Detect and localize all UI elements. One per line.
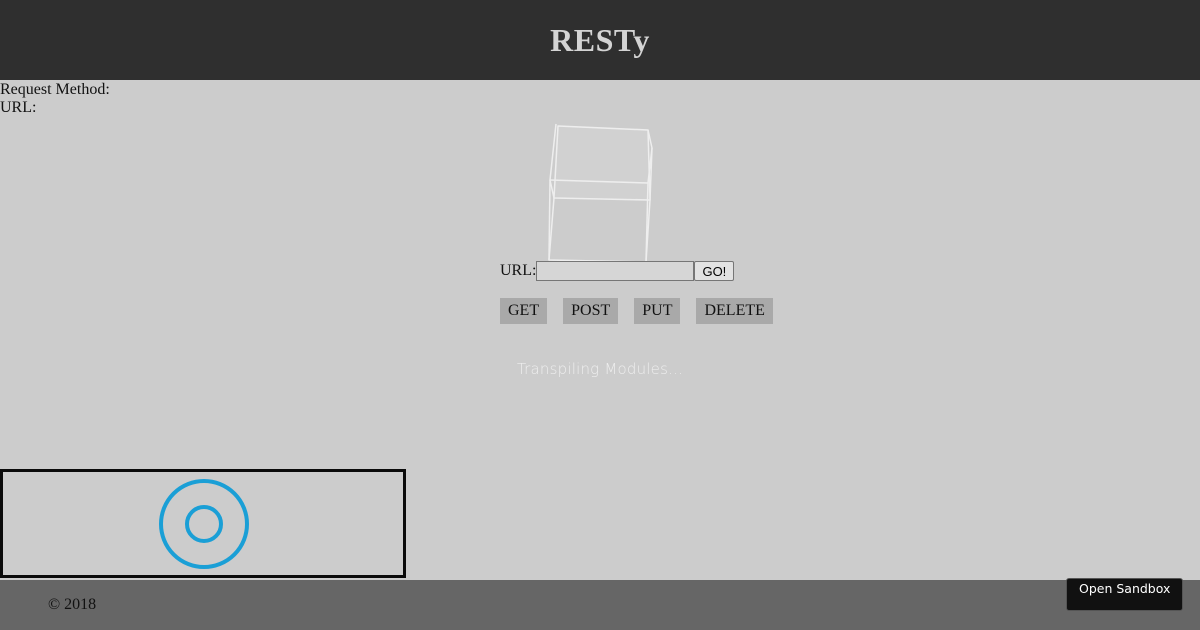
request-url-label: URL: bbox=[0, 99, 37, 116]
spinner-rings-icon bbox=[159, 479, 249, 569]
method-put-button[interactable]: PUT bbox=[634, 298, 681, 324]
app-title: RESTy bbox=[550, 21, 650, 58]
method-get-button[interactable]: GET bbox=[500, 298, 548, 324]
url-form: URL: GO! bbox=[500, 261, 735, 281]
app-header: RESTy bbox=[0, 0, 1200, 80]
cube-icon bbox=[548, 123, 653, 263]
loader-panel bbox=[0, 469, 406, 578]
loading-status-text: Transpiling Modules... bbox=[516, 360, 683, 378]
request-method-label: Request Method: bbox=[0, 81, 110, 98]
open-sandbox-button[interactable]: Open Sandbox bbox=[1066, 578, 1183, 611]
method-selector: GET POST PUT DELETE bbox=[500, 298, 773, 324]
go-button[interactable]: GO! bbox=[694, 261, 735, 281]
url-input[interactable] bbox=[536, 261, 695, 281]
url-field-label: URL: bbox=[500, 262, 537, 279]
app-footer: © 2018 bbox=[0, 580, 1200, 630]
method-delete-button[interactable]: DELETE bbox=[696, 298, 773, 324]
request-info: Request Method: URL: bbox=[0, 81, 110, 117]
copyright-text: © 2018 bbox=[48, 596, 97, 613]
method-post-button[interactable]: POST bbox=[563, 298, 619, 324]
